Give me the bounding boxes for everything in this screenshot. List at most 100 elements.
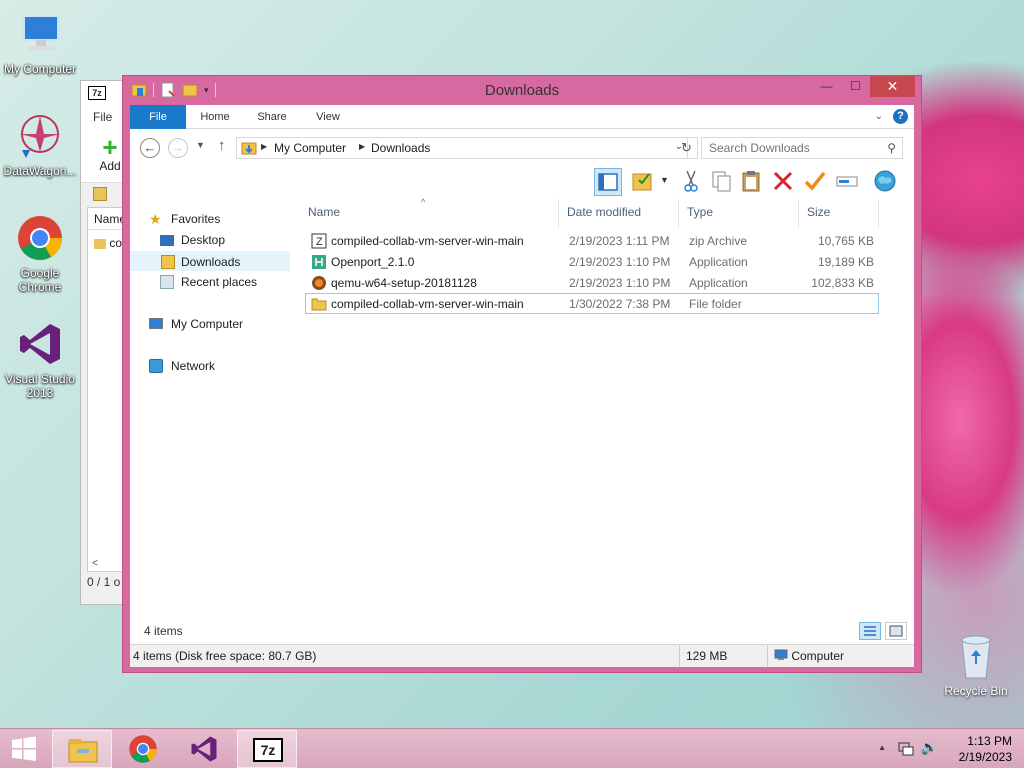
rename-icon [836,176,858,187]
network-icon [149,359,163,373]
clock-date: 2/19/2023 [958,750,1012,764]
file-date: 2/19/2023 1:10 PM [569,255,671,269]
breadcrumb-my-computer[interactable]: My Computer [274,141,346,155]
clock[interactable]: 1:13 PM 2/19/2023 [959,733,1012,765]
file-type: File folder [689,297,742,311]
nav-network[interactable]: Network [130,356,290,376]
refresh-button[interactable]: ↻ [676,137,698,159]
volume-icon[interactable]: 🔊 [921,739,938,756]
preview-pane-button[interactable] [594,168,622,196]
help-icon[interactable]: ? [893,109,908,124]
properties-check-button[interactable] [802,168,830,196]
nav-desktop-label: Desktop [181,233,226,247]
breadcrumb-downloads[interactable]: Downloads [371,141,430,155]
taskbar-chrome[interactable] [114,730,174,768]
file-date: 2/19/2023 1:11 PM [569,234,670,248]
computer-icon [149,318,163,329]
desktop-icon-recycle-bin[interactable]: Recycle Bin [940,632,1012,698]
file-date: 1/30/2022 7:38 PM [569,297,671,311]
file-row[interactable]: Z compiled-collab-vm-server-win-main 2/1… [305,230,879,251]
view-dropdown-icon[interactable]: ▼ [660,175,669,185]
recycle-bin-label: Recycle Bin [944,684,1008,698]
breadcrumb-separator[interactable]: ▶ [261,142,267,151]
search-icon[interactable]: ⚲ [887,141,896,155]
large-icons-view-button[interactable] [885,622,907,640]
select-all-button[interactable] [630,168,658,196]
explorer-window[interactable]: ▾ Downloads — ☐ ✕ File Home Share View ⌄… [122,75,922,673]
tab-home[interactable]: Home [192,105,238,129]
forward-button[interactable]: → [168,138,188,158]
bg-status: 0 / 1 o [87,575,121,589]
zip-icon: Z [311,233,327,249]
desktop-icon-my-computer[interactable]: My Computer [0,10,80,76]
taskbar-7zip[interactable]: 7z [237,730,297,768]
plus-icon: + [102,132,118,162]
rename-button[interactable] [834,168,862,196]
bg-list-item[interactable]: co [94,236,122,250]
nav-downloads[interactable]: Downloads [130,251,290,271]
column-header-type[interactable]: Type [679,199,799,229]
address-bar[interactable]: ▶ My Computer ▶ Downloads ⌄ [236,137,688,159]
column-header-date[interactable]: Date modified [559,199,679,229]
tab-file[interactable]: File [130,105,186,129]
ribbon-expand-icon[interactable]: ⌄ [875,111,883,122]
file-name: compiled-collab-vm-server-win-main [331,297,524,311]
file-row[interactable]: compiled-collab-vm-server-win-main 1/30/… [305,293,879,314]
folder-up-icon[interactable] [93,187,107,201]
tab-share[interactable]: Share [252,105,292,129]
file-row[interactable]: Openport_2.1.0 2/19/2023 1:10 PM Applica… [305,251,879,272]
command-toolbar: ▼ [130,165,914,199]
back-button[interactable]: ← [140,138,160,158]
file-size: 10,765 KB [817,234,874,248]
nav-my-computer[interactable]: My Computer [130,314,290,334]
details-view-button[interactable] [859,622,881,640]
desktop-icon-datawagon[interactable]: DataWagon... [0,112,80,178]
window-titlebar[interactable]: ▾ Downloads — ☐ ✕ [123,76,921,105]
start-button[interactable] [0,730,48,768]
file-type: zip Archive [689,234,748,248]
folder-icon [311,298,327,311]
close-button[interactable]: ✕ [870,76,915,97]
minimize-button[interactable]: — [812,76,841,97]
app-icon [312,255,326,269]
scissors-icon [684,170,698,192]
recent-locations-dropdown[interactable]: ▼ [196,140,205,150]
qemu-icon [312,276,326,290]
column-header-name[interactable]: Name [300,199,559,229]
computer-icon [774,649,788,660]
search-input[interactable] [702,138,872,158]
nav-desktop[interactable]: Desktop [130,230,290,250]
tab-view[interactable]: View [308,105,348,129]
desktop-icon-google-chrome[interactable]: Google Chrome [0,214,80,294]
preview-pane-icon [598,173,618,191]
network-status-icon[interactable] [898,742,914,756]
navigation-pane: ★ Favorites Desktop Downloads Recent pla… [130,199,295,644]
nav-downloads-label: Downloads [181,255,241,269]
paste-button[interactable] [738,168,766,196]
taskbar-visual-studio[interactable] [175,730,235,768]
scroll-left-arrow[interactable]: < [92,558,98,569]
delete-button[interactable] [770,168,798,196]
cut-button[interactable] [678,168,706,196]
show-hidden-icons-icon[interactable]: ▲ [878,743,886,752]
svg-text:Z: Z [316,236,323,248]
add-button[interactable]: + Add [95,132,125,173]
file-row[interactable]: qemu-w64-setup-20181128 2/19/2023 1:10 P… [305,272,879,293]
checked-folder-icon [632,173,652,191]
computer-icon [16,10,64,58]
nav-favorites[interactable]: ★ Favorites [130,209,290,229]
globe-button[interactable] [872,168,900,196]
column-header-size[interactable]: Size [799,199,879,229]
search-box[interactable]: ⚲ [701,137,903,159]
up-button[interactable]: ↑ [218,137,226,154]
breadcrumb-separator[interactable]: ▶ [359,142,365,151]
desktop-icon-visual-studio[interactable]: Visual Studio 2013 [0,320,80,400]
datawagon-icon [16,112,64,160]
nav-recent-places[interactable]: Recent places [130,272,290,292]
checkmark-icon [804,171,826,191]
copy-button[interactable] [708,168,736,196]
explorer-content: ★ Favorites Desktop Downloads Recent pla… [130,197,914,644]
taskbar-file-explorer[interactable] [52,730,112,768]
desktop-icon [160,235,174,246]
maximize-button[interactable]: ☐ [841,76,870,97]
